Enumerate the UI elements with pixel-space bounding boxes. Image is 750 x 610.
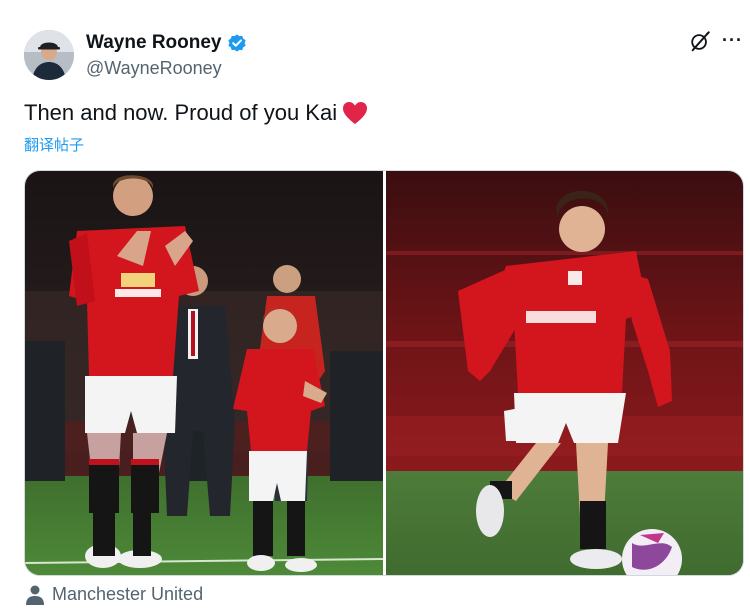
grok-icon[interactable] <box>689 31 711 53</box>
now-photo[interactable] <box>385 171 743 575</box>
then-photo-image <box>25 171 383 575</box>
person-icon <box>26 585 44 605</box>
location-label[interactable]: Manchester United <box>52 584 203 605</box>
heart-emoji-icon <box>343 102 368 124</box>
tweet-body: Then and now. Proud of you Kai <box>24 100 338 125</box>
translate-post-link[interactable]: 翻译帖子 <box>24 134 84 155</box>
tweet-text: Then and now. Proud of you Kai <box>24 100 369 126</box>
author-handle[interactable]: @WayneRooney <box>86 58 222 79</box>
more-options-icon[interactable]: ··· <box>722 30 743 51</box>
verified-badge-icon <box>227 34 246 52</box>
location-tag[interactable]: Manchester United <box>26 584 203 605</box>
media-grid[interactable] <box>24 170 744 576</box>
author-display-name[interactable]: Wayne Rooney <box>86 32 222 54</box>
then-photo[interactable] <box>25 171 383 575</box>
avatar-image <box>24 30 74 80</box>
author-name-row[interactable]: Wayne Rooney <box>86 32 247 54</box>
now-photo-image <box>385 171 743 575</box>
author-avatar[interactable] <box>24 30 74 80</box>
